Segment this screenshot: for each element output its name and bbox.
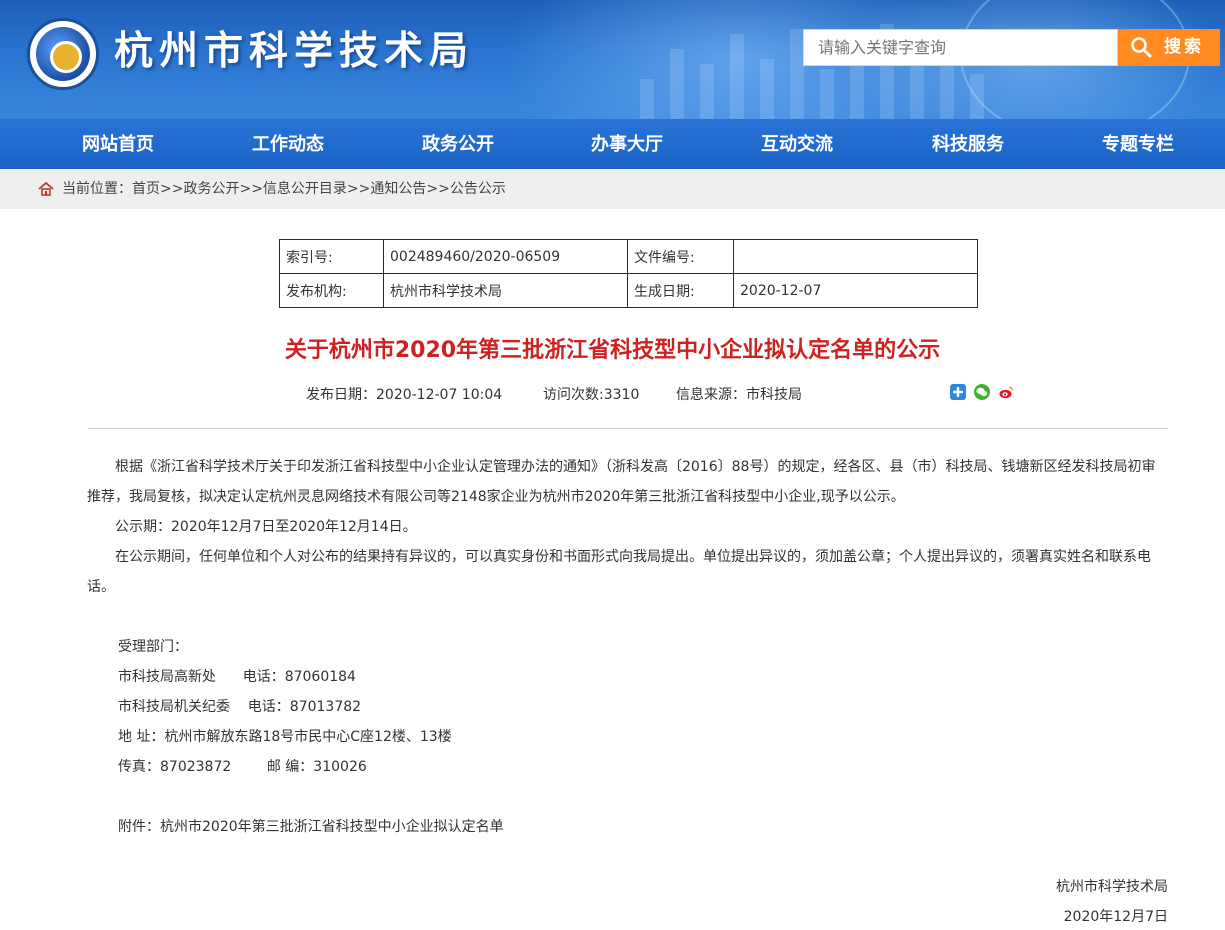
attachment-link[interactable]: 附件：杭州市2020年第三批浙江省科技型中小企业拟认定名单 xyxy=(118,816,504,836)
search-button-label: 搜索 xyxy=(1164,37,1204,57)
nav-item-tech-services[interactable]: 科技服务 xyxy=(888,119,1048,169)
paragraph: 在公示期间，任何单位和个人对公布的结果持有异议的，可以真实身份和书面形式向我局提… xyxy=(87,549,1151,595)
contact-heading: 受理部门： xyxy=(118,639,188,655)
contact-line: 市科技局机关纪委 电话：87013782 xyxy=(118,699,362,715)
publish-date: 发布日期：2020-12-07 10:04 xyxy=(306,387,503,403)
info-source: 信息来源：市科技局 xyxy=(676,387,802,403)
search-icon xyxy=(1131,37,1152,58)
doc-number-value xyxy=(733,239,978,274)
created-date-label: 生成日期: xyxy=(627,273,734,308)
logo-emblem-icon[interactable] xyxy=(27,18,99,90)
created-date-value: 2020-12-07 xyxy=(733,273,978,308)
doc-number-label: 文件编号: xyxy=(627,239,734,274)
share-plus-icon[interactable] xyxy=(950,384,966,400)
contact-line: 市科技局高新处 电话：87060184 xyxy=(118,669,356,685)
breadcrumb-text[interactable]: 当前位置：首页>>政务公开>>信息公开目录>>通知公告>>公告公示 xyxy=(62,169,506,209)
home-icon xyxy=(38,182,54,196)
divider xyxy=(88,428,1168,429)
index-value: 002489460/2020-06509 xyxy=(383,239,628,274)
paragraph: 根据《浙江省科学技术厅关于印发浙江省科技型中小企业认定管理办法的通知》（浙科发高… xyxy=(87,459,1156,505)
signature-date: 2020年12月7日 xyxy=(1063,909,1168,925)
publisher-label: 发布机构: xyxy=(279,273,384,308)
main-nav: 网站首页 工作动态 政务公开 办事大厅 互动交流 科技服务 专题专栏 xyxy=(0,119,1225,169)
weibo-icon[interactable] xyxy=(998,384,1014,400)
nav-item-interaction[interactable]: 互动交流 xyxy=(717,119,877,169)
search-input[interactable] xyxy=(803,29,1118,66)
address-line: 地 址：杭州市解放东路18号市民中心C座12楼、13楼 xyxy=(118,729,452,745)
nav-item-home[interactable]: 网站首页 xyxy=(38,119,198,169)
visit-count: 访问次数:3310 xyxy=(543,387,640,403)
nav-item-topics[interactable]: 专题专栏 xyxy=(1058,119,1218,169)
index-label: 索引号: xyxy=(279,239,384,274)
article-title: 关于杭州市2020年第三批浙江省科技型中小企业拟认定名单的公示 xyxy=(284,338,941,363)
wechat-icon[interactable] xyxy=(974,384,990,400)
paragraph: 公示期：2020年12月7日至2020年12月14日。 xyxy=(115,519,417,535)
article-meta: 发布日期：2020-12-07 10:04 访问次数:3310 信息来源：市科技… xyxy=(0,384,1225,404)
signature-org: 杭州市科学技术局 xyxy=(1056,879,1168,895)
nav-item-services-hall[interactable]: 办事大厅 xyxy=(547,119,707,169)
publisher-value: 杭州市科学技术局 xyxy=(383,273,628,308)
nav-item-news[interactable]: 工作动态 xyxy=(208,119,368,169)
article-body: 根据《浙江省科学技术厅关于印发浙江省科技型中小企业认定管理办法的通知》（浙科发高… xyxy=(87,452,1169,602)
document-info-table: 索引号: 002489460/2020-06509 文件编号: 发布机构: 杭州… xyxy=(279,239,978,308)
share-bar xyxy=(950,384,1016,402)
search-button[interactable]: 搜索 xyxy=(1118,29,1220,66)
site-title[interactable]: 杭州市科学技术局 xyxy=(114,22,474,82)
breadcrumb: 当前位置：首页>>政务公开>>信息公开目录>>通知公告>>公告公示 xyxy=(0,169,1225,209)
header-banner: 杭州市科学技术局 搜索 xyxy=(0,0,1225,119)
nav-item-gov-affairs[interactable]: 政务公开 xyxy=(378,119,538,169)
fax-postcode-line: 传真：87023872 邮 编：310026 xyxy=(118,759,367,775)
